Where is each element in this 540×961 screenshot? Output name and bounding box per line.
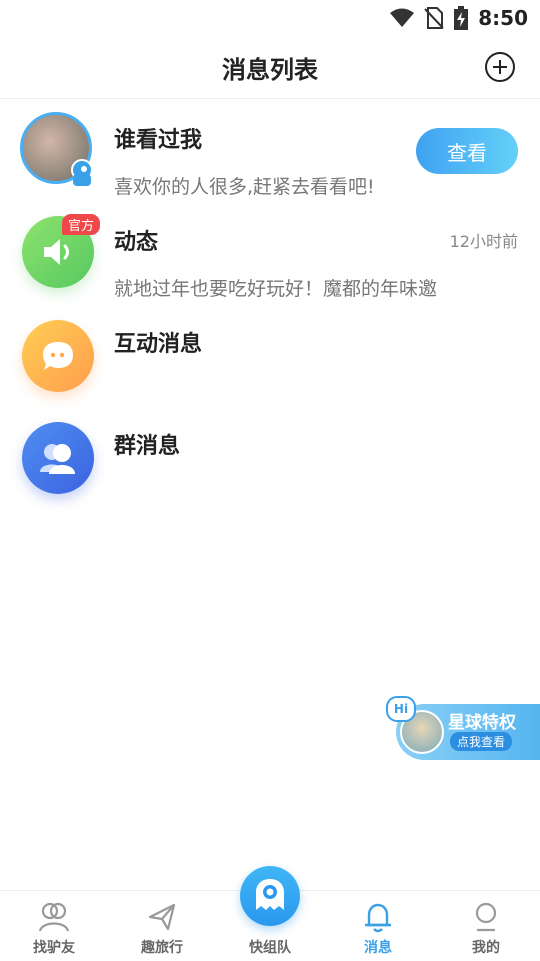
tab-label: 快组队 bbox=[249, 940, 291, 956]
view-button[interactable]: 查看 bbox=[416, 128, 518, 174]
list-item-interactions[interactable]: 互动消息 bbox=[0, 304, 540, 406]
friends-icon bbox=[38, 902, 70, 932]
status-time: 8:50 bbox=[478, 6, 528, 30]
list-item-visitors[interactable]: 谁看过我 喜欢你的人很多,赶紧去看看吧! 查看 bbox=[0, 100, 540, 202]
tab-label: 趣旅行 bbox=[141, 940, 183, 956]
page-title: 消息列表 bbox=[222, 56, 318, 84]
tab-profile[interactable]: 我的 bbox=[432, 891, 540, 961]
no-sim-icon bbox=[424, 7, 444, 29]
group-icon bbox=[40, 444, 75, 474]
tab-travel[interactable]: 趣旅行 bbox=[108, 891, 216, 961]
team-center-button[interactable] bbox=[240, 866, 300, 926]
promo-subtitle: 点我查看 bbox=[450, 732, 513, 751]
tab-messages[interactable]: 消息 bbox=[324, 891, 432, 961]
row-title: 动态 bbox=[114, 230, 159, 255]
speaker-icon bbox=[44, 239, 69, 265]
team-icon bbox=[256, 879, 284, 910]
hi-badge: Hi bbox=[386, 696, 416, 722]
header: 消息列表 bbox=[0, 36, 540, 99]
plane-icon bbox=[148, 903, 176, 931]
promo-banner[interactable]: Hi 星球特权 点我查看 bbox=[386, 696, 540, 760]
row-title: 互动消息 bbox=[114, 332, 203, 357]
row-subtitle: 就地过年也要吃好玩好！魔都的年味邀 bbox=[114, 278, 438, 300]
add-icon[interactable] bbox=[484, 51, 516, 83]
official-badge: 官方 bbox=[62, 214, 101, 235]
row-subtitle: 喜欢你的人很多,赶紧去看看吧! bbox=[114, 176, 375, 198]
row-time: 12小时前 bbox=[449, 232, 518, 251]
list-item-groups[interactable]: 群消息 bbox=[0, 406, 540, 508]
status-bar: 8:50 bbox=[0, 0, 540, 36]
wifi-icon bbox=[390, 8, 415, 27]
bell-icon bbox=[365, 903, 391, 933]
row-title: 谁看过我 bbox=[114, 128, 203, 153]
battery-charging-icon bbox=[454, 6, 469, 30]
tab-find-friends[interactable]: 找驴友 bbox=[0, 891, 108, 961]
profile-icon bbox=[475, 902, 497, 932]
chat-bubble-icon bbox=[43, 342, 73, 370]
octopus-icon bbox=[71, 159, 93, 186]
row-title: 群消息 bbox=[114, 434, 181, 459]
tab-label: 找驴友 bbox=[33, 940, 75, 956]
tab-label: 消息 bbox=[364, 940, 392, 956]
promo-title: 星球特权 bbox=[448, 713, 516, 733]
tab-label: 我的 bbox=[472, 940, 500, 956]
list-item-feed[interactable]: 官方 动态 12小时前 就地过年也要吃好玩好！魔都的年味邀 bbox=[0, 202, 540, 304]
